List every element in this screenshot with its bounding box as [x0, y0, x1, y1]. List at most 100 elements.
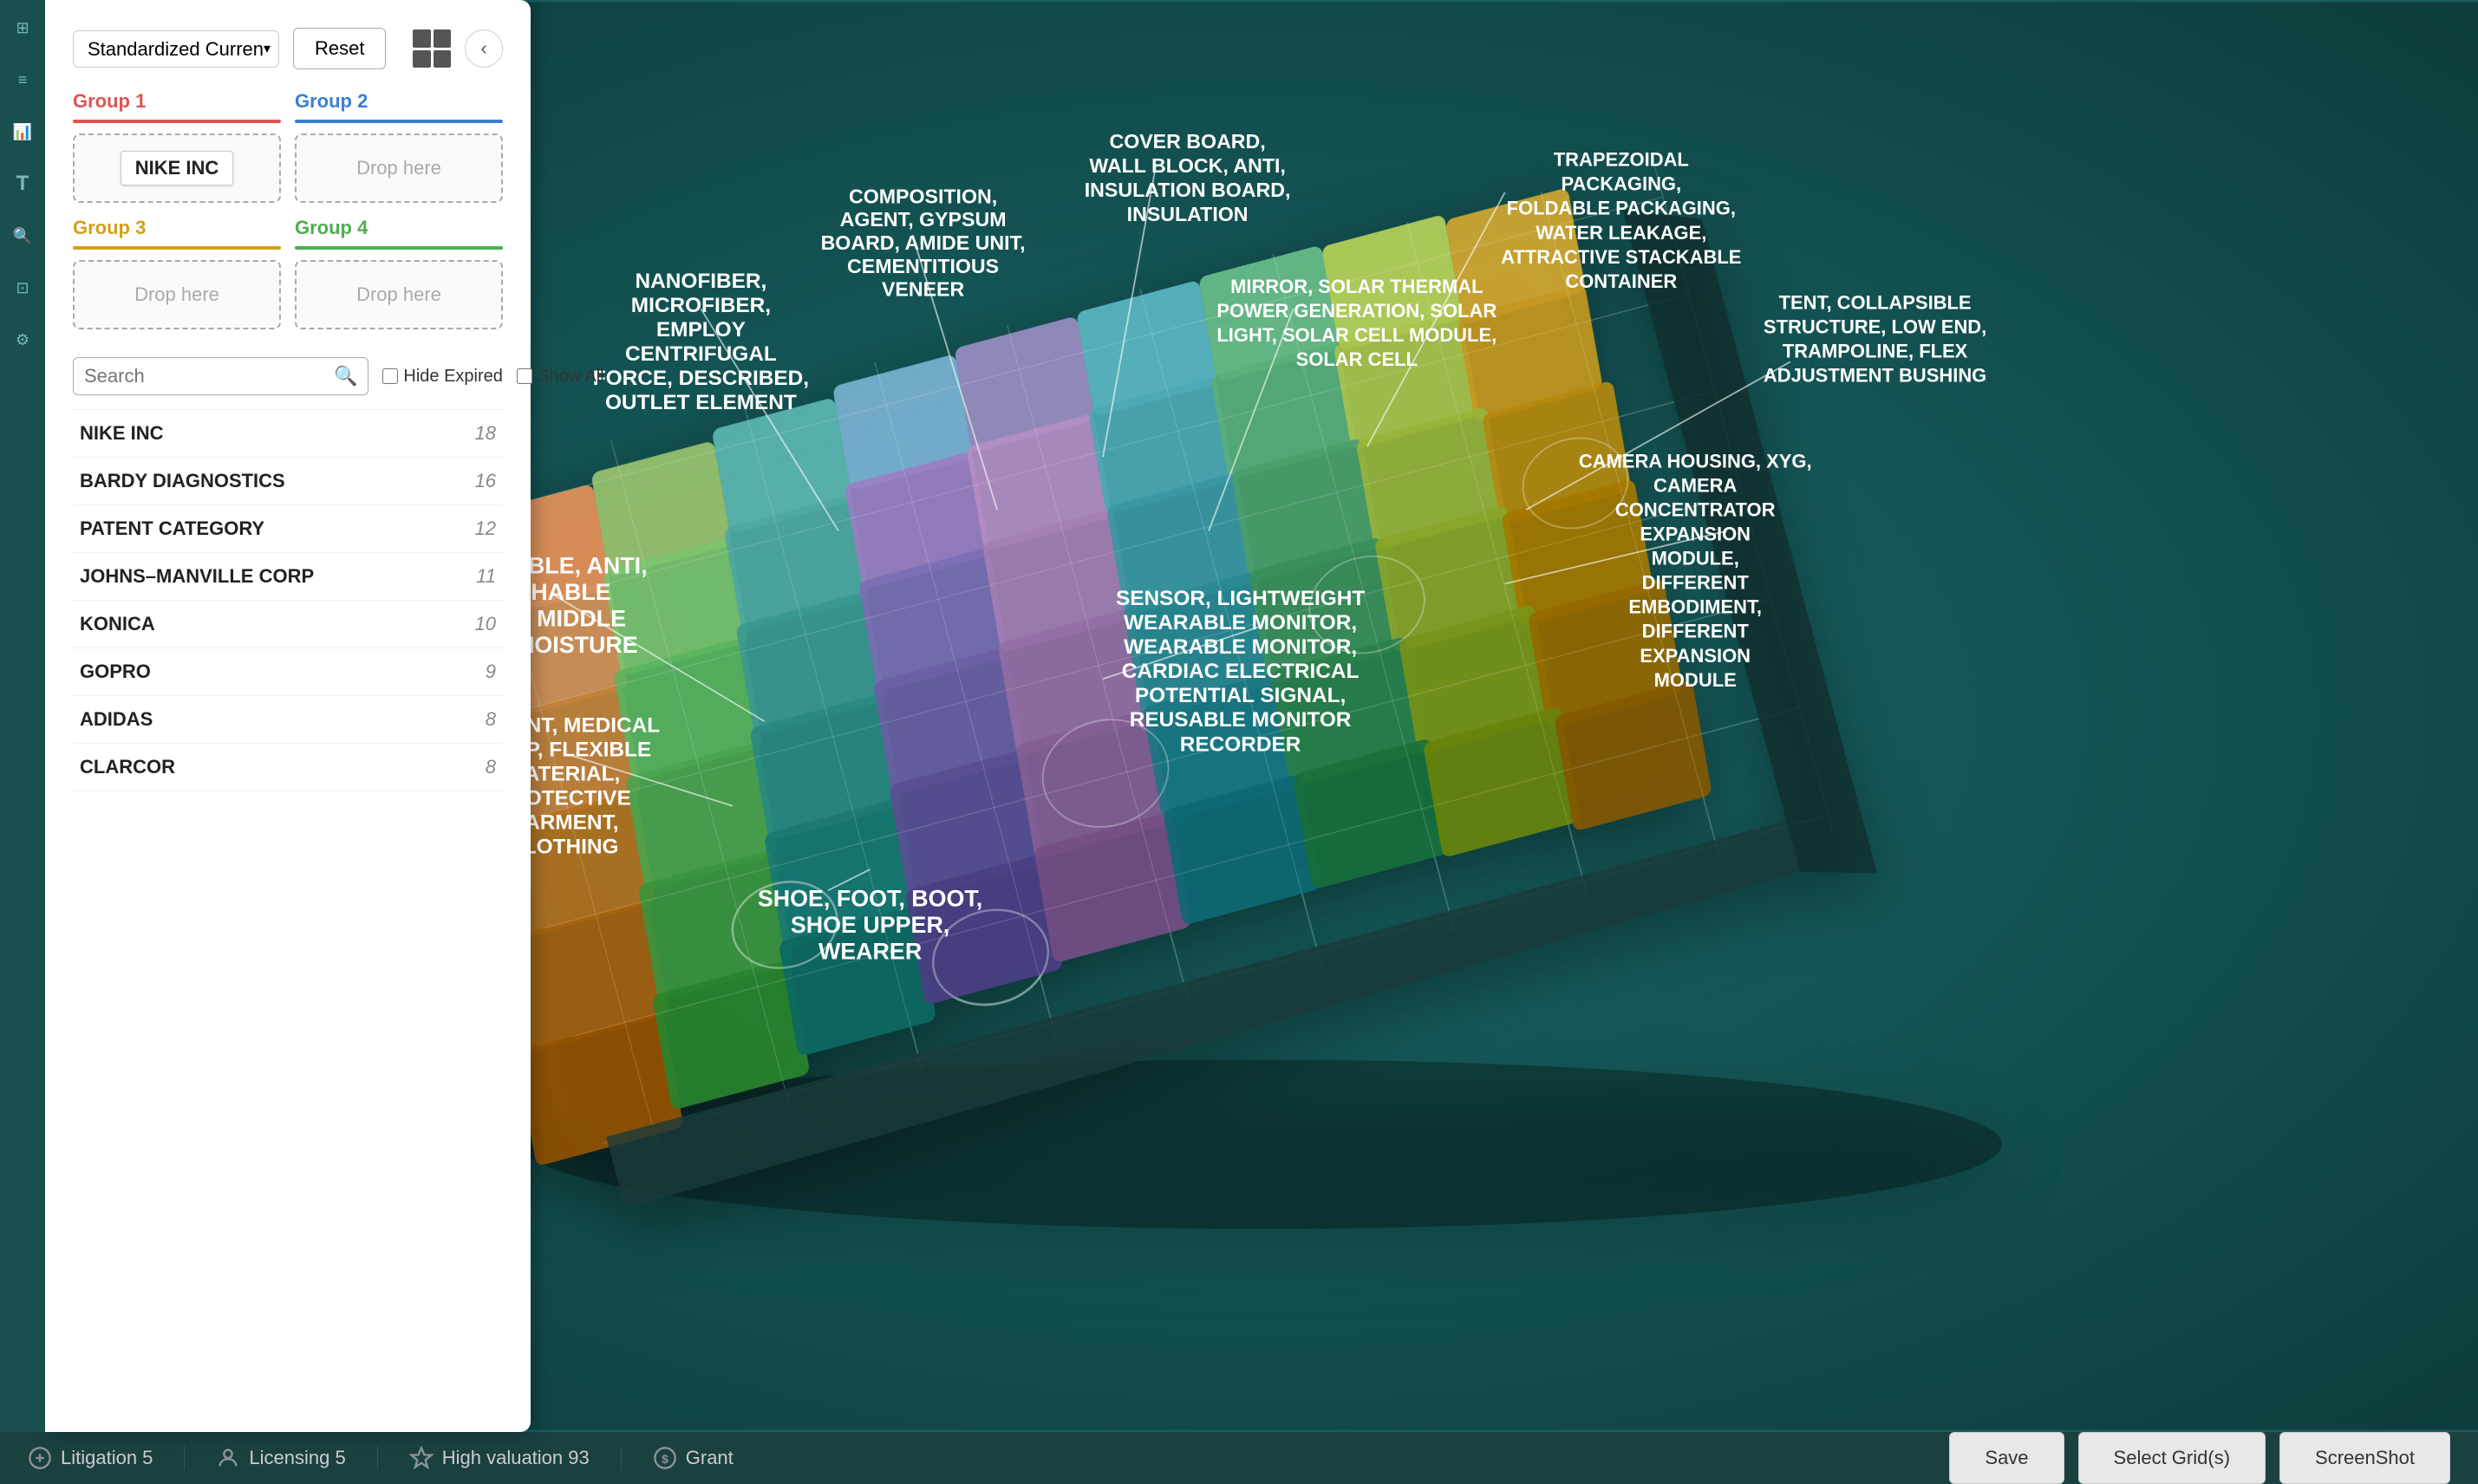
group-1-underline — [73, 120, 281, 123]
svg-text:REUSABLE MONITOR: REUSABLE MONITOR — [1130, 708, 1352, 732]
svg-text:INSULATION: INSULATION — [1127, 203, 1249, 225]
svg-text:INSULATION BOARD,: INSULATION BOARD, — [1085, 179, 1291, 201]
company-list-item[interactable]: BARDY DIAGNOSTICS 16 — [73, 458, 503, 505]
svg-text:POTENTIAL SIGNAL,: POTENTIAL SIGNAL, — [1135, 684, 1346, 707]
save-button[interactable]: Save — [1949, 1432, 2064, 1484]
svg-text:OUTLET ELEMENT: OUTLET ELEMENT — [605, 391, 797, 414]
sidebar-icon-layers[interactable]: ⊡ — [9, 274, 36, 302]
company-list-item[interactable]: PATENT CATEGORY 12 — [73, 505, 503, 553]
show-all-label[interactable]: Show All — [517, 367, 604, 387]
collapse-button[interactable]: ‹ — [465, 29, 503, 68]
svg-text:CONCENTRATOR: CONCENTRATOR — [1615, 498, 1776, 520]
bottom-buttons: Save Select Grid(s) ScreenShot — [1949, 1432, 2450, 1484]
svg-text:RECORDER: RECORDER — [1180, 732, 1301, 756]
groups-container: Group 1 NIKE INC Group 2 Drop here — [73, 90, 503, 329]
footer-badge-litigation: Litigation 5 — [28, 1446, 185, 1470]
svg-text:LIGHT, SOLAR CELL MODULE,: LIGHT, SOLAR CELL MODULE, — [1216, 324, 1497, 346]
search-input[interactable] — [84, 365, 334, 387]
grant-icon: $ — [653, 1446, 677, 1470]
group-1-chip-nike[interactable]: NIKE INC — [121, 151, 234, 186]
svg-text:EXPANSION: EXPANSION — [1640, 523, 1751, 544]
company-name: KONICA — [80, 613, 461, 635]
panel-header: Standardized Curren Raw Values Percentil… — [73, 28, 503, 69]
svg-text:EMBODIMENT,: EMBODIMENT, — [1628, 596, 1762, 618]
group-3-underline — [73, 246, 281, 250]
svg-text:WEARABLE MONITOR,: WEARABLE MONITOR, — [1124, 611, 1357, 635]
svg-text:COVER BOARD,: COVER BOARD, — [1109, 130, 1265, 153]
hide-expired-label[interactable]: Hide Expired — [382, 367, 503, 387]
svg-text:CONTAINER: CONTAINER — [1565, 270, 1677, 292]
svg-text:MODULE: MODULE — [1654, 669, 1737, 691]
group-3-label: Group 3 — [73, 217, 146, 239]
group-3-drop-text: Drop here — [134, 283, 219, 306]
group-1-section: Group 1 NIKE INC — [73, 90, 281, 203]
svg-text:CARDIAC ELECTRICAL: CARDIAC ELECTRICAL — [1122, 660, 1360, 683]
svg-text:FOLDABLE PACKAGING,: FOLDABLE PACKAGING, — [1507, 198, 1736, 219]
svg-text:TRAPEZOIDAL: TRAPEZOIDAL — [1554, 149, 1689, 171]
sidebar-icon-chart[interactable]: 📊 — [9, 118, 36, 146]
company-list-item[interactable]: CLARCOR 8 — [73, 744, 503, 791]
svg-text:POWER GENERATION, SOLAR: POWER GENERATION, SOLAR — [1216, 300, 1497, 322]
highval-label: High valuation 93 — [442, 1447, 590, 1469]
sidebar-icon-list[interactable]: ≡ — [9, 66, 36, 94]
svg-text:MICROFIBER,: MICROFIBER, — [631, 294, 771, 317]
svg-text:SOLAR CELL: SOLAR CELL — [1296, 348, 1418, 370]
svg-text:EXPANSION: EXPANSION — [1640, 645, 1751, 667]
hide-expired-checkbox[interactable] — [382, 368, 398, 384]
panel: Standardized Curren Raw Values Percentil… — [45, 0, 531, 1432]
svg-text:WATER LEAKAGE,: WATER LEAKAGE, — [1536, 222, 1706, 244]
svg-text:CAMERA HOUSING, XYG,: CAMERA HOUSING, XYG, — [1579, 450, 1812, 472]
company-list-item[interactable]: JOHNS–MANVILLE CORP 11 — [73, 553, 503, 601]
grid-view-icon[interactable] — [413, 29, 451, 68]
licensing-icon — [216, 1446, 240, 1470]
group-4-drop-zone[interactable]: Drop here — [295, 260, 503, 329]
company-count: 8 — [461, 756, 496, 778]
show-all-checkbox[interactable] — [517, 368, 532, 384]
group-2-section: Group 2 Drop here — [295, 90, 503, 203]
company-list-item[interactable]: NIKE INC 18 — [73, 410, 503, 458]
currency-dropdown-wrapper[interactable]: Standardized Curren Raw Values Percentil… — [73, 30, 279, 68]
group-4-drop-text: Drop here — [356, 283, 441, 306]
group-4-section: Group 4 Drop here — [295, 217, 503, 329]
svg-text:WEARABLE MONITOR,: WEARABLE MONITOR, — [1124, 635, 1357, 659]
select-grids-button[interactable]: Select Grid(s) — [2078, 1432, 2266, 1484]
company-list-item[interactable]: KONICA 10 — [73, 601, 503, 648]
group-4-label: Group 4 — [295, 217, 368, 239]
search-section: 🔍 Hide Expired Show All NIKE INC 18 BARD… — [73, 357, 503, 1411]
sidebar-icon-text[interactable]: T — [9, 170, 36, 198]
svg-text:WEARER: WEARER — [818, 939, 922, 965]
group-1-drop-zone[interactable]: NIKE INC — [73, 133, 281, 203]
search-input-wrapper: 🔍 — [73, 357, 368, 395]
svg-text:SHOE UPPER,: SHOE UPPER, — [791, 912, 949, 938]
sidebar-icon-settings[interactable]: ⚙ — [9, 326, 36, 354]
svg-text:ATTRACTIVE STACKABLE: ATTRACTIVE STACKABLE — [1501, 246, 1741, 268]
company-count: 10 — [461, 613, 496, 635]
svg-text:COMPOSITION,: COMPOSITION, — [849, 185, 997, 207]
company-list-item[interactable]: GOPRO 9 — [73, 648, 503, 696]
footer-badge-grant: $ Grant — [653, 1446, 765, 1470]
reset-button[interactable]: Reset — [293, 28, 386, 69]
company-list-item[interactable]: ADIDAS 8 — [73, 696, 503, 744]
company-name: PATENT CATEGORY — [80, 517, 461, 540]
svg-text:SENSOR, LIGHTWEIGHT: SENSOR, LIGHTWEIGHT — [1116, 587, 1365, 610]
svg-text:DIFFERENT: DIFFERENT — [1642, 621, 1750, 642]
screenshot-button[interactable]: ScreenShot — [2279, 1432, 2450, 1484]
svg-text:SHOE, FOOT, BOOT,: SHOE, FOOT, BOOT, — [758, 886, 982, 912]
svg-text:FORCE, DESCRIBED,: FORCE, DESCRIBED, — [593, 367, 809, 390]
search-row: 🔍 Hide Expired Show All — [73, 357, 503, 395]
search-icon-button[interactable]: 🔍 — [334, 365, 357, 387]
grant-label: Grant — [686, 1447, 734, 1469]
group-2-label: Group 2 — [295, 90, 368, 113]
currency-dropdown[interactable]: Standardized Curren Raw Values Percentil… — [73, 30, 279, 68]
company-count: 18 — [461, 422, 496, 445]
footer-badge-highval: High valuation 93 — [409, 1446, 622, 1470]
group-3-drop-zone[interactable]: Drop here — [73, 260, 281, 329]
company-name: CLARCOR — [80, 756, 461, 778]
sidebar-icon-search[interactable]: 🔍 — [9, 222, 36, 250]
licensing-label: Licensing 5 — [249, 1447, 345, 1469]
company-count: 12 — [461, 517, 496, 540]
litigation-label: Litigation 5 — [61, 1447, 153, 1469]
svg-text:PACKAGING,: PACKAGING, — [1561, 173, 1681, 195]
sidebar-icon-grid[interactable]: ⊞ — [9, 14, 36, 42]
group-2-drop-zone[interactable]: Drop here — [295, 133, 503, 203]
